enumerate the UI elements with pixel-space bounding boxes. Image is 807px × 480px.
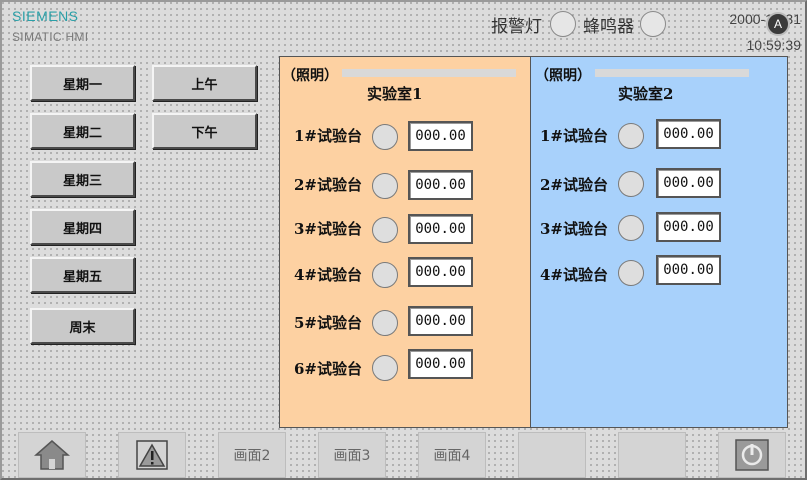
lab1-row5-value[interactable]: 000.00 — [408, 306, 473, 336]
lab1-row2-lamp-icon — [372, 173, 398, 199]
lab2-row1-lamp-icon — [618, 123, 644, 149]
lab1-row1-label: 1#试验台 — [294, 127, 363, 145]
lab2-row4-lamp-icon — [618, 260, 644, 286]
lab1-row5-label: 5#试验台 — [294, 314, 363, 332]
bottom-nav-bar: 画面2 画面3 画面4 — [0, 430, 807, 480]
button-weekend[interactable]: 周末 — [30, 308, 135, 344]
clock: 2000-12-31 10:59:39 — [729, 6, 801, 58]
lab2-panel: （照明） 实验室2 1#试验台 000.00 2#试验台 000.00 3#试验… — [530, 56, 788, 428]
lab1-row4-lamp-icon — [372, 262, 398, 288]
lab2-row2-lamp-icon — [618, 171, 644, 197]
lab1-tag: （照明） — [282, 68, 338, 84]
home-icon — [34, 440, 70, 470]
button-thursday[interactable]: 星期四 — [30, 209, 135, 245]
lab2-tag-bar — [595, 69, 749, 77]
alarm-label: 报警灯 — [491, 17, 542, 37]
nav-home-button[interactable] — [18, 432, 86, 478]
power-icon — [735, 439, 769, 471]
nav-empty-button-5[interactable] — [518, 432, 586, 478]
lab2-row3-value[interactable]: 000.00 — [656, 212, 721, 242]
lab2-row2-label: 2#试验台 — [540, 176, 609, 194]
lab1-row6-lamp-icon — [372, 355, 398, 381]
nav-empty-button-6[interactable] — [618, 432, 686, 478]
lab2-title: 实验室2 — [618, 85, 674, 103]
lab1-row4-label: 4#试验台 — [294, 266, 363, 284]
lab1-row3-lamp-icon — [372, 217, 398, 243]
touch-a-icon[interactable]: A — [766, 12, 790, 36]
warning-icon — [136, 440, 168, 470]
lab1-tag-bar — [342, 69, 516, 77]
lab1-row1-value[interactable]: 000.00 — [408, 121, 473, 151]
lab1-row2-value[interactable]: 000.00 — [408, 170, 473, 200]
lab1-row4-value[interactable]: 000.00 — [408, 257, 473, 287]
lab2-row3-label: 3#试验台 — [540, 220, 609, 238]
nav-screen4-button[interactable]: 画面4 — [418, 432, 486, 478]
nav-screen3-button[interactable]: 画面3 — [318, 432, 386, 478]
lab2-row4-label: 4#试验台 — [540, 266, 609, 284]
lab1-row1-lamp-icon — [372, 124, 398, 150]
brand: SIEMENS SIMATIC HMI — [12, 8, 88, 44]
buzzer-label: 蜂鸣器 — [583, 17, 634, 37]
lab1-row5-lamp-icon — [372, 310, 398, 336]
lab1-title: 实验室1 — [367, 85, 423, 103]
lab2-row2-value[interactable]: 000.00 — [656, 168, 721, 198]
nav-exit-button[interactable] — [718, 432, 786, 478]
lab1-row6-label: 6#试验台 — [294, 360, 363, 378]
button-tuesday[interactable]: 星期二 — [30, 113, 135, 149]
lab1-row6-value[interactable]: 000.00 — [408, 349, 473, 379]
lab2-row3-lamp-icon — [618, 215, 644, 241]
lab2-row4-value[interactable]: 000.00 — [656, 255, 721, 285]
brand-product: SIMATIC HMI — [12, 30, 89, 44]
button-friday[interactable]: 星期五 — [30, 257, 135, 293]
lab2-row1-label: 1#试验台 — [540, 127, 609, 145]
buzzer-lamp-icon — [640, 11, 666, 37]
alarm-lamp-icon — [550, 11, 576, 37]
lab1-row3-value[interactable]: 000.00 — [408, 214, 473, 244]
button-afternoon[interactable]: 下午 — [152, 113, 257, 149]
clock-date: 2000-12-31 — [729, 11, 801, 27]
button-monday[interactable]: 星期一 — [30, 65, 135, 101]
clock-time: 10:59:39 — [746, 37, 802, 53]
lab1-row3-label: 3#试验台 — [294, 220, 363, 238]
brand-name: SIEMENS — [12, 8, 79, 24]
lab2-row1-value[interactable]: 000.00 — [656, 119, 721, 149]
lab1-row2-label: 2#试验台 — [294, 176, 363, 194]
button-morning[interactable]: 上午 — [152, 65, 257, 101]
button-wednesday[interactable]: 星期三 — [30, 161, 135, 197]
lab2-tag: （照明） — [535, 68, 591, 84]
nav-screen2-button[interactable]: 画面2 — [218, 432, 286, 478]
lab1-panel: （照明） 实验室1 1#试验台 000.00 2#试验台 000.00 3#试验… — [279, 56, 531, 428]
nav-alarm-button[interactable] — [118, 432, 186, 478]
